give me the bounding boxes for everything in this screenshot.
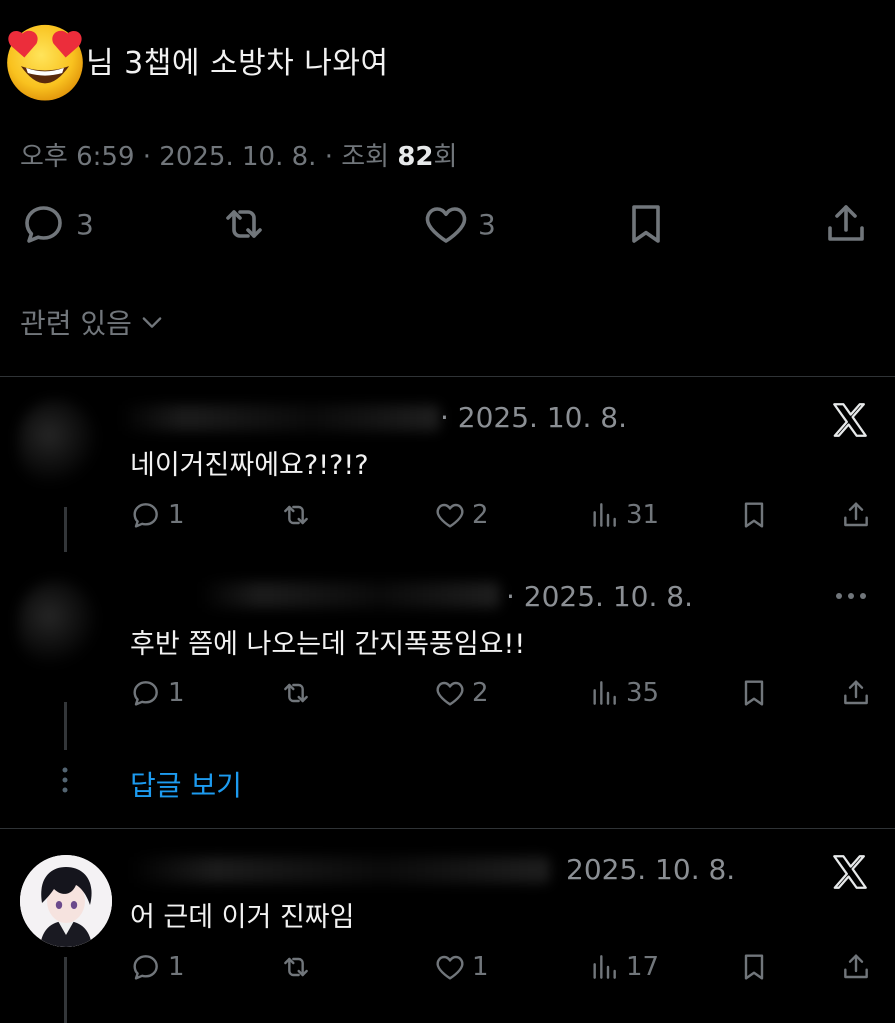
views-suffix: 회: [433, 142, 458, 172]
retweet-button[interactable]: [280, 499, 312, 531]
view-count: 17: [626, 952, 660, 982]
retweet-icon: [284, 957, 308, 977]
reply-action-bar: 1 2 31: [0, 499, 895, 539]
tweet-time[interactable]: 오후 6:59: [20, 142, 135, 172]
tweet-action-bar: 3 3: [0, 200, 895, 260]
reply-icon: [25, 206, 62, 243]
like-button[interactable]: 3: [422, 200, 496, 248]
reply-button[interactable]: 1: [130, 951, 185, 983]
avatar[interactable]: [20, 855, 112, 947]
views-button[interactable]: 17: [588, 951, 659, 983]
like-count: 2: [472, 500, 489, 530]
like-count: 3: [478, 207, 496, 241]
retweet-icon: [226, 210, 262, 238]
retweet-button[interactable]: [280, 677, 312, 709]
reply-icon: [133, 955, 158, 980]
heart-eyes-emoji-icon: [7, 24, 83, 101]
reply-button[interactable]: 1: [130, 677, 185, 709]
reply-count: 1: [168, 678, 185, 708]
views-button[interactable]: 31: [588, 499, 659, 531]
like-count: 1: [472, 952, 489, 982]
reply-icon: [133, 503, 158, 528]
reply-item[interactable]: 2025. 10. 8. 어 근데 이거 진짜임 1 1 17: [0, 829, 895, 1023]
like-button[interactable]: 2: [434, 677, 489, 709]
view-count: 31: [626, 500, 660, 530]
bookmark-button[interactable]: [738, 677, 770, 709]
reply-count: 3: [76, 207, 94, 241]
views-label: 조회: [341, 142, 390, 172]
heart-icon: [436, 955, 464, 980]
reply-item[interactable]: · 2025. 10. 8. 네이거진짜에요?!?!? 1 2 31: [0, 377, 895, 552]
more-icon[interactable]: [833, 590, 869, 602]
sort-label: 관련 있음: [20, 307, 132, 340]
analytics-icon: [593, 955, 616, 979]
x-logo-icon[interactable]: [829, 399, 871, 441]
views-button[interactable]: 35: [588, 677, 659, 709]
share-icon: [844, 502, 868, 527]
bookmark-icon: [632, 205, 660, 243]
reply-date[interactable]: · 2025. 10. 8.: [506, 580, 693, 613]
reply-text: 네이거진짜에요?!?!?: [130, 450, 369, 481]
like-count: 2: [472, 678, 489, 708]
share-button[interactable]: [822, 200, 870, 248]
avatar[interactable]: [18, 580, 96, 670]
avatar[interactable]: [18, 399, 96, 489]
reply-count: 1: [168, 500, 185, 530]
bookmark-icon: [744, 954, 764, 980]
author-name[interactable]: [120, 405, 440, 431]
heart-icon: [425, 207, 467, 243]
reply-item[interactable]: · 2025. 10. 8. 후반 쯤에 나오는데 간지폭풍임요!! 1 2 3…: [0, 552, 895, 752]
share-icon: [828, 205, 864, 241]
reply-icon: [133, 681, 158, 706]
reply-date[interactable]: · 2025. 10. 8.: [440, 401, 627, 434]
retweet-button[interactable]: [220, 200, 268, 248]
reply-button[interactable]: 3: [20, 200, 94, 248]
retweet-icon: [284, 505, 308, 525]
reply-date[interactable]: 2025. 10. 8.: [566, 853, 735, 886]
tweet-date[interactable]: 2025. 10. 8.: [159, 142, 316, 172]
x-logo-icon[interactable]: [829, 851, 871, 893]
bookmark-button[interactable]: [622, 200, 670, 248]
show-replies-link[interactable]: 답글 보기: [130, 764, 242, 804]
share-icon: [844, 954, 868, 979]
tweet-meta: 오후 6:59 · 2025. 10. 8. · 조회 82회: [20, 142, 458, 172]
thread-dots-icon: [62, 767, 68, 793]
bookmark-icon: [744, 502, 764, 528]
heart-icon: [436, 681, 464, 706]
author-name[interactable]: [200, 582, 500, 608]
like-button[interactable]: 2: [434, 499, 489, 531]
sort-replies-dropdown[interactable]: 관련 있음: [20, 302, 166, 342]
bookmark-button[interactable]: [738, 951, 770, 983]
reply-text: 어 근데 이거 진짜임: [130, 902, 355, 933]
reply-count: 1: [168, 952, 185, 982]
analytics-icon: [593, 503, 616, 527]
reply-action-bar: 1 1 17: [0, 951, 895, 991]
retweet-icon: [284, 683, 308, 703]
view-count: 35: [626, 678, 660, 708]
chevron-down-icon: [142, 317, 162, 328]
bookmark-icon: [744, 680, 764, 706]
like-button[interactable]: 1: [434, 951, 489, 983]
anime-character-avatar-icon: [20, 855, 112, 947]
reply-action-bar: 1 2 35: [0, 677, 895, 717]
tweet-text: 님 3챕에 소방차 나와여: [86, 46, 389, 81]
analytics-icon: [593, 681, 616, 705]
share-icon: [844, 680, 868, 705]
reply-text: 후반 쯤에 나오는데 간지폭풍임요!!: [130, 629, 526, 660]
share-button[interactable]: [840, 677, 872, 709]
tweet-header: 님 3챕에 소방차 나와여: [0, 8, 895, 101]
share-button[interactable]: [840, 951, 872, 983]
heart-icon: [436, 503, 464, 528]
bookmark-button[interactable]: [738, 499, 770, 531]
share-button[interactable]: [840, 499, 872, 531]
reply-button[interactable]: 1: [130, 499, 185, 531]
tweet-detail-screen: 님 3챕에 소방차 나와여 오후 6:59 · 2025. 10. 8. · 조…: [0, 0, 895, 1023]
views-count: 82: [397, 142, 434, 172]
retweet-button[interactable]: [280, 951, 312, 983]
author-name[interactable]: [130, 857, 550, 883]
